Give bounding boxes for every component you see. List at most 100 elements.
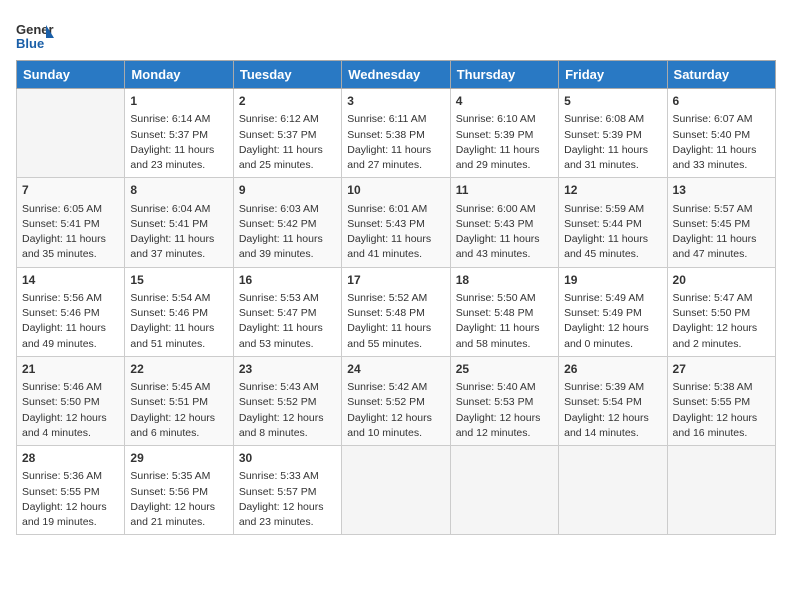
- day-info: Sunrise: 6:10 AM Sunset: 5:39 PM Dayligh…: [456, 112, 553, 173]
- calendar-cell: 2 Sunrise: 6:12 AM Sunset: 5:37 PM Daylig…: [233, 89, 341, 178]
- day-number: 21: [22, 361, 119, 378]
- day-of-week-header: Wednesday: [342, 61, 450, 89]
- calendar-body: 1 Sunrise: 6:14 AM Sunset: 5:37 PM Daylig…: [17, 89, 776, 535]
- calendar-cell: [559, 446, 667, 535]
- day-number: 4: [456, 93, 553, 110]
- calendar-cell: 30Sunrise: 5:33 AM Sunset: 5:57 PM Dayli…: [233, 446, 341, 535]
- day-number: 5: [564, 93, 661, 110]
- day-number: 24: [347, 361, 444, 378]
- day-info: Sunrise: 5:53 AM Sunset: 5:47 PM Dayligh…: [239, 291, 336, 352]
- calendar-week-row: 28Sunrise: 5:36 AM Sunset: 5:55 PM Dayli…: [17, 446, 776, 535]
- day-info: Sunrise: 6:14 AM Sunset: 5:37 PM Dayligh…: [130, 112, 227, 173]
- calendar-cell: 25 Sunrise: 5:40 AM Sunset: 5:53 PM Dayli…: [450, 356, 558, 445]
- day-of-week-header: Friday: [559, 61, 667, 89]
- day-of-week-header: Monday: [125, 61, 233, 89]
- day-info: Sunrise: 5:38 AM Sunset: 5:55 PM Dayligh…: [673, 380, 770, 441]
- day-number: 26: [564, 361, 661, 378]
- calendar-cell: 16 Sunrise: 5:53 AM Sunset: 5:47 PM Dayli…: [233, 267, 341, 356]
- calendar-table: SundayMondayTuesdayWednesdayThursdayFrid…: [16, 60, 776, 535]
- calendar-week-row: 14 Sunrise: 5:56 AM Sunset: 5:46 PM Dayli…: [17, 267, 776, 356]
- calendar-cell: [667, 446, 775, 535]
- day-number: 8: [130, 182, 227, 199]
- day-info: Sunrise: 6:04 AM Sunset: 5:41 PM Dayligh…: [130, 202, 227, 263]
- day-number: 10: [347, 182, 444, 199]
- day-number: 20: [673, 272, 770, 289]
- day-info: Sunrise: 6:08 AM Sunset: 5:39 PM Dayligh…: [564, 112, 661, 173]
- calendar-cell: 14 Sunrise: 5:56 AM Sunset: 5:46 PM Dayli…: [17, 267, 125, 356]
- calendar-cell: 10 Sunrise: 6:01 AM Sunset: 5:43 PM Dayli…: [342, 178, 450, 267]
- day-info: Sunrise: 5:54 AM Sunset: 5:46 PM Dayligh…: [130, 291, 227, 352]
- day-number: 14: [22, 272, 119, 289]
- day-info: Sunrise: 5:50 AM Sunset: 5:48 PM Dayligh…: [456, 291, 553, 352]
- calendar-cell: [342, 446, 450, 535]
- svg-text:Blue: Blue: [16, 36, 44, 51]
- day-number: 23: [239, 361, 336, 378]
- day-info: Sunrise: 5:46 AM Sunset: 5:50 PM Dayligh…: [22, 380, 119, 441]
- day-number: 7: [22, 182, 119, 199]
- calendar-cell: 21 Sunrise: 5:46 AM Sunset: 5:50 PM Dayli…: [17, 356, 125, 445]
- day-number: 11: [456, 182, 553, 199]
- day-info: Sunrise: 5:57 AM Sunset: 5:45 PM Dayligh…: [673, 202, 770, 263]
- day-info: Sunrise: 6:11 AM Sunset: 5:38 PM Dayligh…: [347, 112, 444, 173]
- calendar-cell: 28Sunrise: 5:36 AM Sunset: 5:55 PM Dayli…: [17, 446, 125, 535]
- day-of-week-header: Sunday: [17, 61, 125, 89]
- day-info: Sunrise: 6:12 AM Sunset: 5:37 PM Dayligh…: [239, 112, 336, 173]
- calendar-cell: 5 Sunrise: 6:08 AM Sunset: 5:39 PM Daylig…: [559, 89, 667, 178]
- day-number: 2: [239, 93, 336, 110]
- calendar-cell: 6Sunrise: 6:07 AM Sunset: 5:40 PM Daylig…: [667, 89, 775, 178]
- day-info: Sunrise: 5:40 AM Sunset: 5:53 PM Dayligh…: [456, 380, 553, 441]
- day-info: Sunrise: 6:01 AM Sunset: 5:43 PM Dayligh…: [347, 202, 444, 263]
- day-info: Sunrise: 5:49 AM Sunset: 5:49 PM Dayligh…: [564, 291, 661, 352]
- day-info: Sunrise: 6:03 AM Sunset: 5:42 PM Dayligh…: [239, 202, 336, 263]
- day-info: Sunrise: 5:43 AM Sunset: 5:52 PM Dayligh…: [239, 380, 336, 441]
- calendar-cell: 3 Sunrise: 6:11 AM Sunset: 5:38 PM Daylig…: [342, 89, 450, 178]
- day-number: 29: [130, 450, 227, 467]
- day-info: Sunrise: 5:42 AM Sunset: 5:52 PM Dayligh…: [347, 380, 444, 441]
- logo-svg: General Blue: [16, 20, 54, 52]
- day-number: 22: [130, 361, 227, 378]
- calendar-cell: [17, 89, 125, 178]
- day-number: 13: [673, 182, 770, 199]
- day-number: 1: [130, 93, 227, 110]
- day-info: Sunrise: 6:00 AM Sunset: 5:43 PM Dayligh…: [456, 202, 553, 263]
- day-info: Sunrise: 5:33 AM Sunset: 5:57 PM Dayligh…: [239, 469, 336, 530]
- calendar-cell: 9 Sunrise: 6:03 AM Sunset: 5:42 PM Daylig…: [233, 178, 341, 267]
- calendar-cell: 15 Sunrise: 5:54 AM Sunset: 5:46 PM Dayli…: [125, 267, 233, 356]
- calendar-cell: 18 Sunrise: 5:50 AM Sunset: 5:48 PM Dayli…: [450, 267, 558, 356]
- calendar-cell: 23 Sunrise: 5:43 AM Sunset: 5:52 PM Dayli…: [233, 356, 341, 445]
- calendar-cell: 24 Sunrise: 5:42 AM Sunset: 5:52 PM Dayli…: [342, 356, 450, 445]
- calendar-cell: 29 Sunrise: 5:35 AM Sunset: 5:56 PM Dayli…: [125, 446, 233, 535]
- day-info: Sunrise: 5:47 AM Sunset: 5:50 PM Dayligh…: [673, 291, 770, 352]
- day-info: Sunrise: 5:59 AM Sunset: 5:44 PM Dayligh…: [564, 202, 661, 263]
- day-number: 3: [347, 93, 444, 110]
- day-info: Sunrise: 5:56 AM Sunset: 5:46 PM Dayligh…: [22, 291, 119, 352]
- calendar-cell: 26Sunrise: 5:39 AM Sunset: 5:54 PM Dayli…: [559, 356, 667, 445]
- day-info: Sunrise: 5:52 AM Sunset: 5:48 PM Dayligh…: [347, 291, 444, 352]
- calendar-cell: 20 Sunrise: 5:47 AM Sunset: 5:50 PM Dayli…: [667, 267, 775, 356]
- day-number: 19: [564, 272, 661, 289]
- day-number: 15: [130, 272, 227, 289]
- day-number: 9: [239, 182, 336, 199]
- calendar-week-row: 7 Sunrise: 6:05 AM Sunset: 5:41 PM Daylig…: [17, 178, 776, 267]
- calendar-cell: 7 Sunrise: 6:05 AM Sunset: 5:41 PM Daylig…: [17, 178, 125, 267]
- calendar-cell: 19 Sunrise: 5:49 AM Sunset: 5:49 PM Dayli…: [559, 267, 667, 356]
- calendar-cell: 13 Sunrise: 5:57 AM Sunset: 5:45 PM Dayli…: [667, 178, 775, 267]
- calendar-cell: 1 Sunrise: 6:14 AM Sunset: 5:37 PM Daylig…: [125, 89, 233, 178]
- day-number: 12: [564, 182, 661, 199]
- calendar-cell: 4 Sunrise: 6:10 AM Sunset: 5:39 PM Daylig…: [450, 89, 558, 178]
- calendar-header: SundayMondayTuesdayWednesdayThursdayFrid…: [17, 61, 776, 89]
- calendar-cell: 12 Sunrise: 5:59 AM Sunset: 5:44 PM Dayli…: [559, 178, 667, 267]
- day-of-week-header: Tuesday: [233, 61, 341, 89]
- logo: General Blue: [16, 20, 54, 52]
- day-number: 25: [456, 361, 553, 378]
- day-info: Sunrise: 5:35 AM Sunset: 5:56 PM Dayligh…: [130, 469, 227, 530]
- day-number: 18: [456, 272, 553, 289]
- day-number: 17: [347, 272, 444, 289]
- day-info: Sunrise: 5:45 AM Sunset: 5:51 PM Dayligh…: [130, 380, 227, 441]
- day-info: Sunrise: 5:36 AM Sunset: 5:55 PM Dayligh…: [22, 469, 119, 530]
- day-number: 6: [673, 93, 770, 110]
- day-info: Sunrise: 6:05 AM Sunset: 5:41 PM Dayligh…: [22, 202, 119, 263]
- day-number: 16: [239, 272, 336, 289]
- calendar-week-row: 1 Sunrise: 6:14 AM Sunset: 5:37 PM Daylig…: [17, 89, 776, 178]
- calendar-cell: 22 Sunrise: 5:45 AM Sunset: 5:51 PM Dayli…: [125, 356, 233, 445]
